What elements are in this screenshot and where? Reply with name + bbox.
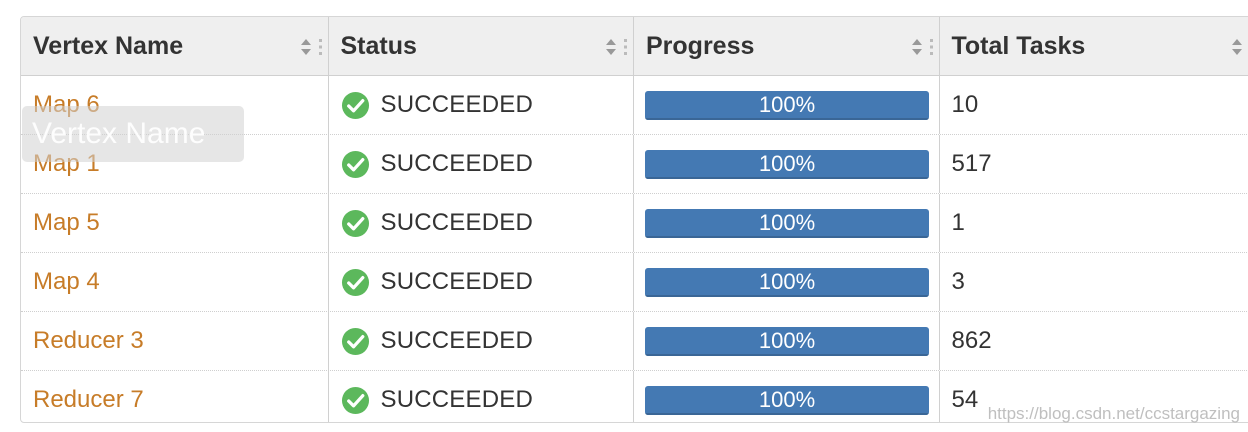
header-vertex-name[interactable]: Vertex Name <box>21 17 329 75</box>
table-row: Reducer 3 SUCCEEDED 100% 862 <box>21 312 1248 371</box>
status-text: SUCCEEDED <box>380 327 533 354</box>
check-circle-icon <box>341 386 369 414</box>
total-tasks-cell: 862 <box>940 312 1248 370</box>
sort-icon[interactable] <box>605 38 617 56</box>
status-text: SUCCEEDED <box>380 150 533 177</box>
progress-cell: 100% <box>634 194 940 252</box>
status-text: SUCCEEDED <box>380 268 533 295</box>
vertex-name-link[interactable]: Map 4 <box>33 268 100 296</box>
sort-icon[interactable] <box>911 38 923 56</box>
vertex-name-link[interactable]: Map 6 <box>33 91 100 119</box>
progress-bar: 100% <box>645 90 929 120</box>
watermark: https://blog.csdn.net/ccstargazing <box>987 404 1240 423</box>
progress-bar: 100% <box>645 267 929 297</box>
status-cell: SUCCEEDED <box>329 253 634 311</box>
vertex-name-cell: Map 4 <box>21 253 329 311</box>
table-row: Map 4 SUCCEEDED 100% 3 <box>21 253 1248 312</box>
header-label: Vertex Name <box>33 31 184 60</box>
progress-bar: 100% <box>645 208 929 238</box>
header-label: Total Tasks <box>951 31 1086 60</box>
column-grip-icon[interactable] <box>623 37 629 57</box>
vertex-name-cell: Map 6 <box>21 76 329 134</box>
check-circle-icon <box>341 91 369 119</box>
vertex-table: Vertex Name Status Progress Total Tasks … <box>20 16 1248 423</box>
total-tasks-value: 517 <box>951 150 992 177</box>
check-circle-icon <box>341 209 369 237</box>
header-label: Progress <box>646 31 755 60</box>
total-tasks-value: 3 <box>951 268 965 295</box>
table-row: Map 6 SUCCEEDED 100% 10 <box>21 76 1248 135</box>
vertex-name-link[interactable]: Map 5 <box>33 209 100 237</box>
sort-icon[interactable] <box>1231 38 1243 56</box>
check-circle-icon <box>341 327 369 355</box>
status-cell: SUCCEEDED <box>329 312 634 370</box>
vertex-name-link[interactable]: Map 1 <box>33 150 100 178</box>
status-cell: SUCCEEDED <box>329 76 634 134</box>
progress-cell: 100% <box>634 312 940 370</box>
vertex-name-link[interactable]: Reducer 7 <box>33 386 144 414</box>
total-tasks-cell: 10 <box>940 76 1248 134</box>
total-tasks-value: 1 <box>951 209 965 236</box>
total-tasks-cell: 517 <box>940 135 1248 193</box>
status-text: SUCCEEDED <box>380 91 533 118</box>
table-header: Vertex Name Status Progress Total Tasks <box>21 17 1248 76</box>
total-tasks-value: 54 <box>951 386 979 413</box>
status-cell: SUCCEEDED <box>329 194 634 252</box>
sort-icon[interactable] <box>300 38 312 56</box>
table-row: Map 5 SUCCEEDED 100% 1 <box>21 194 1248 253</box>
check-circle-icon <box>341 268 369 296</box>
total-tasks-value: 10 <box>951 91 979 118</box>
progress-label: 100% <box>758 151 816 176</box>
progress-label: 100% <box>758 328 816 353</box>
progress-label: 100% <box>758 387 816 412</box>
total-tasks-cell: 1 <box>940 194 1248 252</box>
header-progress[interactable]: Progress <box>634 17 940 75</box>
progress-cell: 100% <box>634 76 940 134</box>
header-total-tasks[interactable]: Total Tasks <box>940 17 1248 75</box>
vertex-name-cell: Map 1 <box>21 135 329 193</box>
table-body: Map 6 SUCCEEDED 100% 10 Map 1 SUCCEEDED 100% 51… <box>21 76 1248 422</box>
column-grip-icon[interactable] <box>318 37 324 57</box>
progress-bar: 100% <box>645 326 929 356</box>
status-text: SUCCEEDED <box>380 209 533 236</box>
progress-label: 100% <box>758 210 816 235</box>
header-status[interactable]: Status <box>329 17 634 75</box>
progress-bar: 100% <box>645 149 929 179</box>
total-tasks-value: 862 <box>951 327 992 354</box>
progress-bar: 100% <box>645 385 929 415</box>
progress-cell: 100% <box>634 135 940 193</box>
vertex-name-link[interactable]: Reducer 3 <box>33 327 144 355</box>
vertex-name-cell: Reducer 3 <box>21 312 329 370</box>
status-cell: SUCCEEDED <box>329 135 634 193</box>
progress-label: 100% <box>758 92 816 117</box>
status-text: SUCCEEDED <box>380 386 533 413</box>
check-circle-icon <box>341 150 369 178</box>
header-label: Status <box>340 31 417 60</box>
progress-cell: 100% <box>634 253 940 311</box>
vertex-name-cell: Reducer 7 <box>21 371 329 422</box>
status-cell: SUCCEEDED <box>329 371 634 422</box>
column-grip-icon[interactable] <box>929 37 935 57</box>
total-tasks-cell: 3 <box>940 253 1248 311</box>
progress-cell: 100% <box>634 371 940 422</box>
vertex-name-cell: Map 5 <box>21 194 329 252</box>
progress-label: 100% <box>758 269 816 294</box>
table-row: Map 1 SUCCEEDED 100% 517 <box>21 135 1248 194</box>
